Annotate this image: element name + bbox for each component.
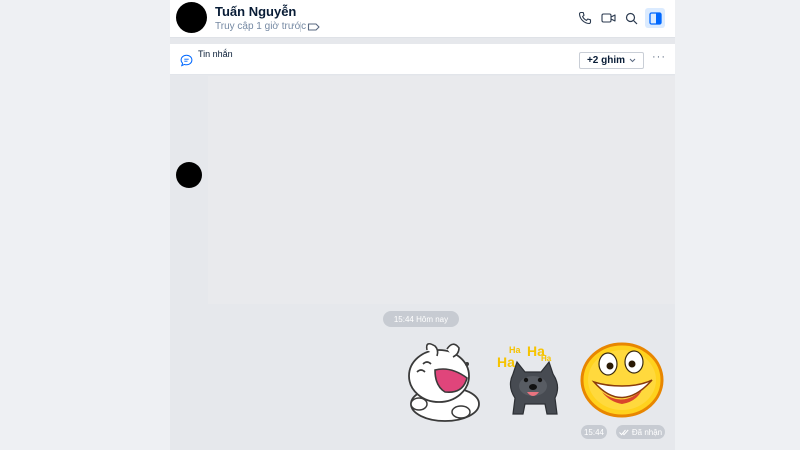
- contact-avatar[interactable]: [176, 2, 207, 33]
- haha-text: Ha: [541, 354, 552, 363]
- message-time: 15:44: [581, 425, 607, 439]
- status-divider: [300, 22, 301, 32]
- day-separator: 15:44 Hôm nay: [383, 311, 459, 327]
- media-message-placeholder[interactable]: [208, 76, 675, 304]
- sidebar-toggle-icon[interactable]: [645, 8, 665, 28]
- grinning-emoji-sticker[interactable]: [580, 342, 665, 418]
- chevron-down-icon: [629, 58, 636, 63]
- search-icon[interactable]: [621, 8, 641, 28]
- last-seen-status: Truy cập 1 giờ trước: [215, 21, 307, 32]
- pinned-count-label: +2 ghim: [586, 55, 626, 66]
- more-options-icon[interactable]: ···: [652, 51, 666, 63]
- pinned-label: Tin nhắn: [198, 49, 233, 59]
- haha-text: Ha: [509, 345, 521, 355]
- haha-text: Ha: [497, 354, 515, 370]
- chat-window: Tuấn Nguyễn Truy cập 1 giờ trước Tin nhắ…: [170, 0, 675, 450]
- sender-avatar[interactable]: [176, 162, 202, 188]
- pinned-messages-bar[interactable]: Tin nhắn +2 ghim ···: [170, 44, 675, 75]
- double-check-icon: [619, 429, 629, 435]
- delivery-status: Đã nhận: [616, 425, 665, 439]
- haha-dog-sticker[interactable]: Ha Ha Ha Ha: [495, 340, 575, 420]
- tag-icon[interactable]: [307, 21, 320, 33]
- contact-name[interactable]: Tuấn Nguyễn: [215, 4, 296, 19]
- phone-icon[interactable]: [575, 8, 595, 28]
- video-call-icon[interactable]: [598, 8, 618, 28]
- message-bubble-icon: [180, 54, 193, 67]
- laughing-bunny-sticker[interactable]: [405, 342, 483, 422]
- chat-header: Tuấn Nguyễn Truy cập 1 giờ trước: [170, 0, 675, 38]
- pinned-count-button[interactable]: +2 ghim: [579, 52, 644, 69]
- delivery-status-label: Đã nhận: [631, 427, 663, 437]
